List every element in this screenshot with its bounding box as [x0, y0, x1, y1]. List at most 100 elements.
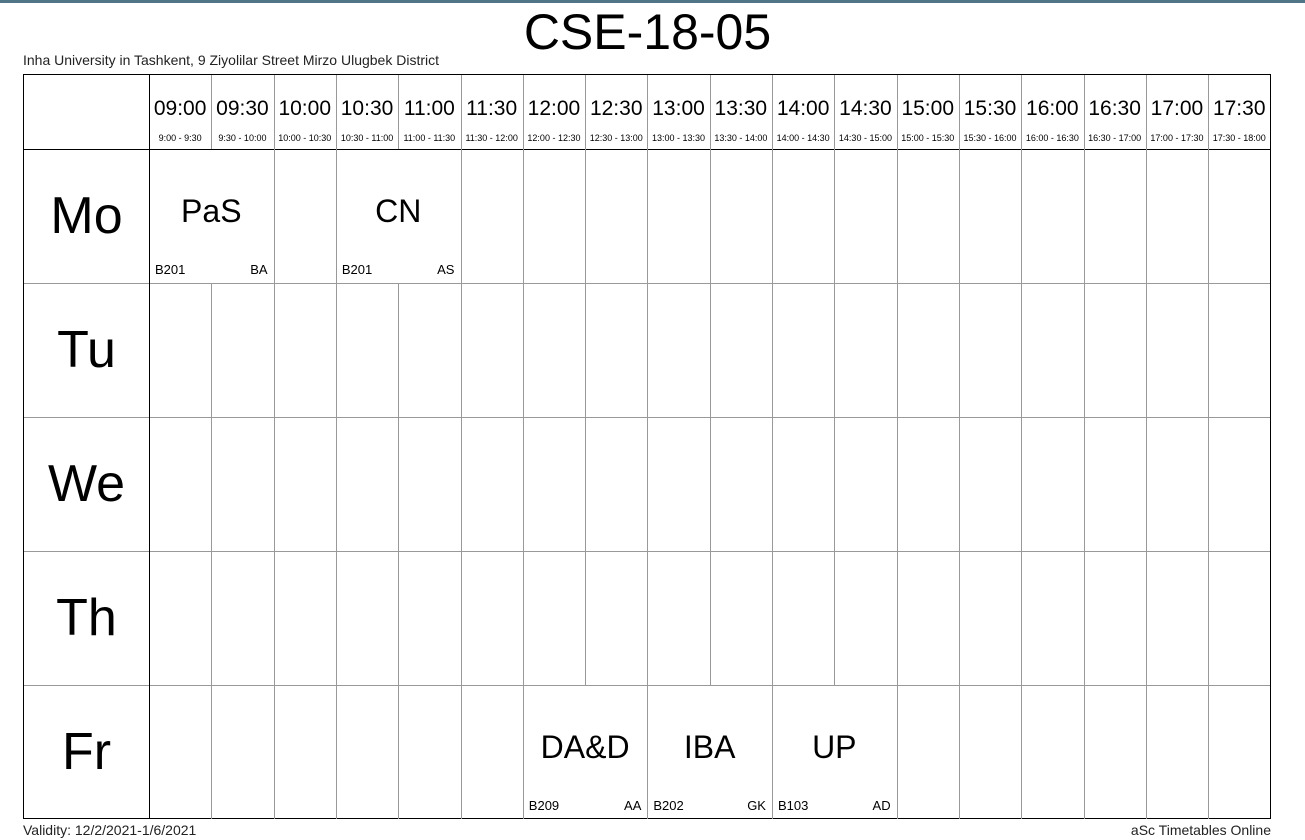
- column-divider: [1208, 685, 1210, 819]
- period-range: 12:00 - 12:30: [527, 133, 581, 143]
- column-divider: [709, 75, 711, 149]
- period-range: 12:30 - 13:00: [589, 133, 643, 143]
- lesson-card[interactable]: UP B103 AD: [772, 685, 897, 819]
- lesson-card[interactable]: DA&D B209 AA: [523, 685, 648, 819]
- period-time: 11:30: [466, 97, 518, 120]
- column-divider: [460, 149, 462, 283]
- period-time: 10:30: [340, 97, 394, 120]
- period-range: 13:00 - 13:30: [652, 133, 706, 143]
- column-divider: [1145, 551, 1147, 685]
- period-header: 09:30 9:30 - 10:00: [211, 75, 273, 149]
- column-divider: [1145, 283, 1147, 417]
- period-time: 12:00: [527, 97, 581, 120]
- period-header: 13:30 13:30 - 14:00: [710, 75, 772, 149]
- column-divider: [958, 75, 960, 149]
- column-divider: [335, 685, 337, 819]
- period-range: 15:30 - 16:00: [963, 133, 1017, 143]
- column-divider: [834, 75, 836, 149]
- school-address: Inha University in Tashkent, 9 Ziyolilar…: [23, 52, 440, 68]
- column-divider: [896, 551, 898, 685]
- period-header: 12:30 12:30 - 13:00: [585, 75, 647, 149]
- period-range: 11:30 - 12:00: [465, 133, 518, 143]
- lesson-teacher: AS: [437, 262, 455, 277]
- lesson-card[interactable]: IBA B202 GK: [647, 685, 772, 819]
- column-divider: [585, 283, 587, 417]
- period-range: 10:00 - 10:30: [278, 133, 332, 143]
- column-divider: [1021, 417, 1023, 551]
- column-divider: [896, 149, 898, 283]
- column-divider: [460, 75, 462, 149]
- period-range: 17:00 - 17:30: [1150, 133, 1204, 143]
- column-divider: [958, 551, 960, 685]
- column-divider: [709, 551, 711, 685]
- column-divider: [958, 283, 960, 417]
- column-divider: [211, 551, 213, 685]
- column-divider: [522, 75, 524, 149]
- column-divider: [460, 551, 462, 685]
- period-header: 15:00 15:00 - 15:30: [897, 75, 959, 149]
- period-time: 12:30: [589, 97, 643, 120]
- column-divider: [1083, 75, 1085, 149]
- period-header: 14:00 14:00 - 14:30: [772, 75, 834, 149]
- column-divider: [335, 283, 337, 417]
- column-divider: [1083, 149, 1085, 283]
- column-divider: [834, 551, 836, 685]
- column-divider: [273, 75, 275, 149]
- column-divider: [958, 149, 960, 283]
- period-time: 10:00: [278, 97, 332, 120]
- lesson-card[interactable]: CN B201 AS: [336, 149, 461, 283]
- lesson-card[interactable]: PaS B201 BA: [149, 149, 274, 283]
- column-divider: [398, 283, 400, 417]
- column-divider: [273, 685, 275, 819]
- column-divider: [585, 551, 587, 685]
- column-divider: [585, 75, 587, 149]
- day-label: Fr: [61, 723, 112, 781]
- lesson-teacher: AA: [624, 798, 642, 813]
- period-time: 14:00: [776, 97, 830, 120]
- column-divider: [335, 417, 337, 551]
- column-divider: [834, 417, 836, 551]
- column-divider: [273, 149, 275, 283]
- column-divider: [1021, 283, 1023, 417]
- period-time: 09:30: [216, 97, 269, 120]
- period-header: 17:00 17:00 - 17:30: [1146, 75, 1208, 149]
- period-range: 13:30 - 14:00: [714, 133, 768, 143]
- period-range: 14:30 - 15:00: [838, 133, 892, 143]
- column-divider: [335, 75, 337, 149]
- column-divider: [460, 685, 462, 819]
- column-divider: [709, 417, 711, 551]
- period-time: 17:30: [1212, 97, 1266, 120]
- column-divider: [772, 417, 773, 551]
- column-divider: [772, 75, 773, 149]
- column-divider: [1208, 75, 1210, 149]
- column-divider: [398, 417, 400, 551]
- period-time: 13:30: [714, 97, 768, 120]
- lesson-subject: UP: [812, 729, 857, 765]
- column-divider: [896, 75, 898, 149]
- period-header: 10:30 10:30 - 11:00: [336, 75, 398, 149]
- period-header: 14:30 14:30 - 15:00: [834, 75, 896, 149]
- column-divider: [958, 417, 960, 551]
- column-divider: [1083, 417, 1085, 551]
- column-divider: [1145, 75, 1147, 149]
- column-divider: [647, 551, 649, 685]
- period-range: 16:30 - 17:00: [1088, 133, 1142, 143]
- column-divider: [398, 75, 400, 149]
- lesson-teacher: GK: [747, 798, 766, 813]
- day-label: Tu: [57, 321, 116, 379]
- column-divider: [1145, 417, 1147, 551]
- day-label: We: [47, 455, 126, 513]
- column-divider: [958, 685, 960, 819]
- column-divider: [709, 149, 711, 283]
- column-divider: [647, 417, 649, 551]
- column-divider: [211, 75, 213, 149]
- period-time: 09:00: [153, 97, 207, 120]
- column-divider: [1083, 685, 1085, 819]
- column-divider: [772, 551, 773, 685]
- column-divider: [522, 417, 524, 551]
- lesson-room: B209: [528, 798, 560, 813]
- period-range: 10:30 - 11:00: [340, 133, 394, 143]
- column-divider: [772, 149, 773, 283]
- column-divider: [398, 685, 400, 819]
- column-divider: [1083, 283, 1085, 417]
